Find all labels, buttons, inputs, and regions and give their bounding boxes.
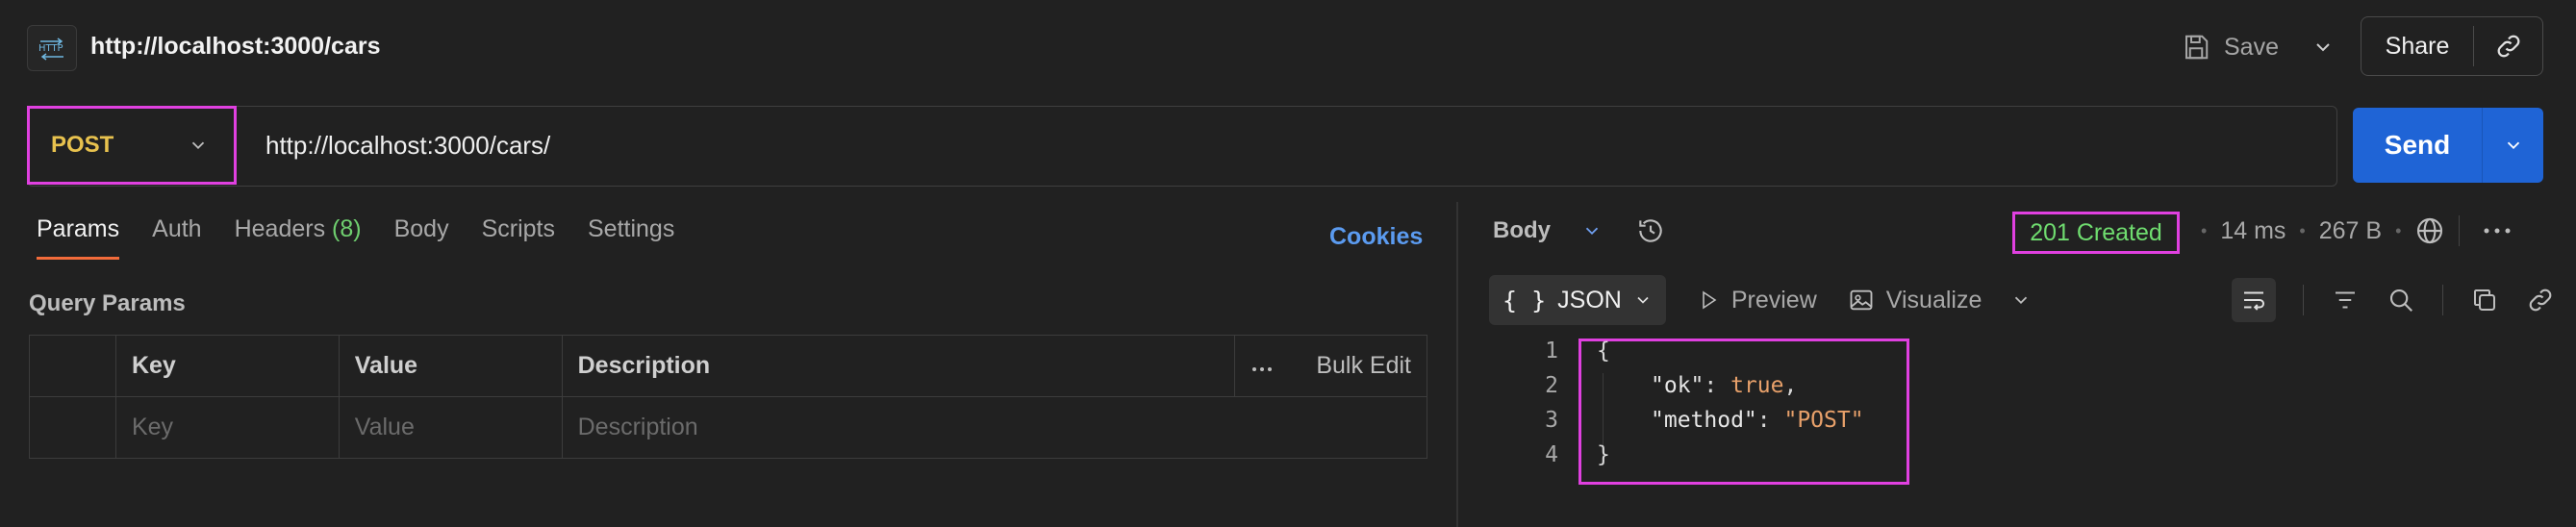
play-icon [1697, 289, 1720, 312]
tab-scripts[interactable]: Scripts [482, 215, 555, 260]
response-body-selector[interactable]: Body [1493, 215, 1666, 246]
response-meta: • 14 ms • 267 B • [2201, 215, 2512, 246]
line-number: 3 [1545, 408, 1558, 433]
cookies-link[interactable]: Cookies [1329, 223, 1423, 251]
wrap-lines-icon[interactable] [2232, 278, 2276, 322]
request-tabs: Params Auth Headers (8) Body Scripts Set… [37, 215, 707, 260]
divider [2442, 285, 2443, 315]
history-icon[interactable] [1635, 215, 1666, 246]
response-toolbar: { } JSON Preview Visualize [1489, 275, 2032, 325]
divider [2459, 215, 2461, 246]
save-control[interactable]: Save [2182, 25, 2335, 69]
separator-dot: • [2299, 220, 2306, 240]
row-checkbox [29, 396, 116, 459]
bulk-edit-button[interactable]: Bulk Edit [1316, 352, 1411, 380]
line-number: 1 [1545, 339, 1558, 364]
braces-icon: { } [1503, 286, 1547, 314]
json-value: true [1730, 373, 1784, 398]
line-number: 4 [1545, 442, 1558, 467]
json-value: "POST" [1783, 408, 1864, 433]
code-line-ok: "ok": true, [1651, 373, 1798, 398]
chevron-down-icon[interactable] [2010, 289, 2032, 311]
more-options-icon[interactable] [1250, 352, 1274, 380]
link-icon[interactable] [2526, 286, 2555, 314]
preview-button[interactable]: Preview [1697, 287, 1817, 314]
visualize-button[interactable]: Visualize [1848, 287, 2033, 314]
code-line-method: "method": "POST" [1651, 408, 1864, 433]
pane-divider[interactable] [1456, 202, 1458, 527]
visualize-label: Visualize [1885, 286, 1983, 314]
table-header-row: Key Value Description Bulk Edit [29, 335, 1427, 397]
response-time[interactable]: 14 ms [2220, 217, 2286, 245]
share-button[interactable]: Share [2361, 33, 2473, 61]
code-line-open: { [1597, 339, 1610, 364]
table-row: Key Value Description [29, 396, 1428, 459]
column-value: Value [338, 335, 563, 397]
send-options-chevron-icon[interactable] [2483, 135, 2543, 156]
filter-icon[interactable] [2331, 286, 2360, 314]
column-description: Description [561, 335, 1236, 397]
copy-link-icon[interactable] [2474, 32, 2542, 61]
method-label: POST [51, 132, 114, 158]
response-size[interactable]: 267 B [2319, 217, 2382, 245]
http-request-icon: HTTP [27, 25, 77, 71]
checkbox-column [29, 335, 116, 397]
tab-params[interactable]: Params [37, 215, 120, 260]
chevron-down-icon [1581, 220, 1603, 241]
method-select[interactable]: POST [27, 106, 237, 185]
save-icon [2182, 33, 2210, 62]
separator-dot: • [2395, 220, 2402, 240]
chevron-down-icon [1633, 290, 1653, 310]
bulk-edit-cell: Bulk Edit [1234, 335, 1427, 397]
tab-auth[interactable]: Auth [152, 215, 201, 260]
more-options-icon[interactable] [2483, 227, 2512, 235]
request-title[interactable]: http://localhost:3000/cars [90, 29, 380, 63]
line-number: 2 [1545, 373, 1558, 398]
save-button[interactable]: Save [2224, 34, 2279, 62]
image-icon [1848, 287, 1875, 314]
copy-icon[interactable] [2470, 286, 2499, 314]
url-input[interactable]: http://localhost:3000/cars/ [265, 129, 550, 162]
separator-dot: • [2201, 220, 2208, 240]
format-label: JSON [1557, 286, 1622, 314]
description-input[interactable]: Description [561, 396, 1428, 459]
send-button-group[interactable]: Send [2353, 108, 2543, 183]
format-select[interactable]: { } JSON [1489, 275, 1666, 325]
share-button-group[interactable]: Share [2361, 16, 2543, 76]
json-key: "ok" [1651, 373, 1705, 398]
svg-text:HTTP: HTTP [38, 43, 63, 54]
tab-headers-label: Headers [234, 215, 326, 242]
tab-headers[interactable]: Headers (8) [235, 215, 362, 260]
query-params-title: Query Params [29, 290, 186, 316]
chevron-down-icon [188, 135, 209, 156]
tab-body[interactable]: Body [394, 215, 449, 260]
value-input[interactable]: Value [338, 396, 563, 459]
divider [2303, 285, 2304, 315]
response-body-label: Body [1493, 217, 1551, 243]
code-line-close: } [1597, 442, 1610, 467]
json-key: "method" [1651, 408, 1757, 433]
headers-count: (8) [332, 215, 362, 242]
tab-settings[interactable]: Settings [588, 215, 674, 260]
send-button[interactable]: Send [2353, 130, 2482, 161]
search-icon[interactable] [2387, 286, 2415, 314]
preview-label: Preview [1730, 286, 1817, 314]
key-input[interactable]: Key [114, 396, 340, 459]
globe-icon[interactable] [2414, 215, 2445, 246]
response-tools [2232, 275, 2555, 325]
save-options-chevron-icon[interactable] [2311, 36, 2335, 59]
status-badge[interactable]: 201 Created [2012, 212, 2180, 254]
column-key: Key [114, 335, 340, 397]
query-params-table: Key Value Description Bulk Edit Key Valu… [29, 335, 1428, 459]
